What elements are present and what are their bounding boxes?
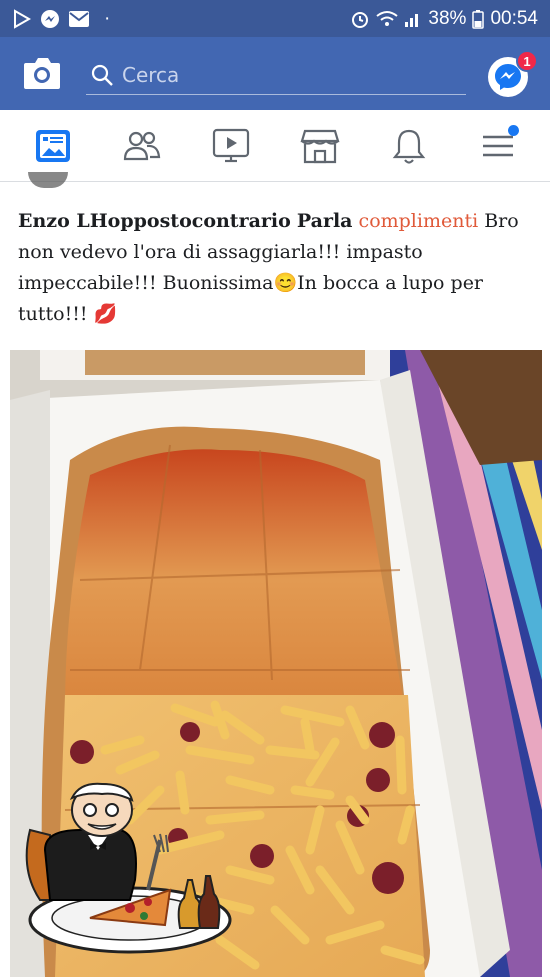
news-feed-icon xyxy=(35,129,70,162)
search-input[interactable] xyxy=(122,62,442,87)
chef-logo xyxy=(20,780,235,965)
author-name[interactable]: Enzo LHoppostocontrario xyxy=(18,210,291,232)
clock: 00:54 xyxy=(490,7,538,29)
camera-icon xyxy=(24,58,60,89)
navigation-tab-bar xyxy=(0,110,550,182)
author-verb: Parla xyxy=(296,210,353,232)
play-store-icon xyxy=(14,8,32,29)
search-icon xyxy=(91,64,113,86)
comment-text: Enzo LHoppostocontrario Parla compliment… xyxy=(18,206,538,330)
camera-button[interactable] xyxy=(22,54,62,92)
battery-icon xyxy=(472,9,485,29)
gmail-icon xyxy=(69,10,89,27)
bell-icon xyxy=(392,129,425,164)
status-left-icons: · xyxy=(12,8,110,30)
alarm-icon xyxy=(352,11,369,28)
marketplace-tab[interactable] xyxy=(295,121,345,171)
messenger-notification-icon xyxy=(41,9,59,28)
highlighted-word: complimenti xyxy=(358,210,479,232)
news-feed-tab[interactable] xyxy=(28,121,78,171)
friends-tab[interactable] xyxy=(117,121,167,171)
smiling-emoji: 😊 xyxy=(273,272,298,294)
avatar xyxy=(28,172,68,188)
battery-percent: 38% xyxy=(428,7,467,29)
status-bar: · 38% 00:54 xyxy=(0,0,550,37)
friends-icon xyxy=(123,131,160,160)
signal-icon xyxy=(405,13,419,27)
search-header: 1 xyxy=(0,37,550,110)
wifi-icon xyxy=(376,10,399,26)
shop-icon xyxy=(300,129,339,163)
messenger-badge: 1 xyxy=(516,50,538,72)
video-play-icon xyxy=(212,128,249,162)
menu-notification-dot xyxy=(507,124,519,136)
status-right-icons: 38% 00:54 xyxy=(350,8,538,30)
status-dot: · xyxy=(104,7,111,29)
notifications-tab[interactable] xyxy=(384,121,434,171)
watch-tab[interactable] xyxy=(206,121,256,171)
menu-tab[interactable] xyxy=(473,121,523,171)
chef-eating-pizza-icon xyxy=(25,782,232,954)
search-bar[interactable] xyxy=(86,55,466,95)
kiss-emoji: 💋 xyxy=(93,303,118,325)
